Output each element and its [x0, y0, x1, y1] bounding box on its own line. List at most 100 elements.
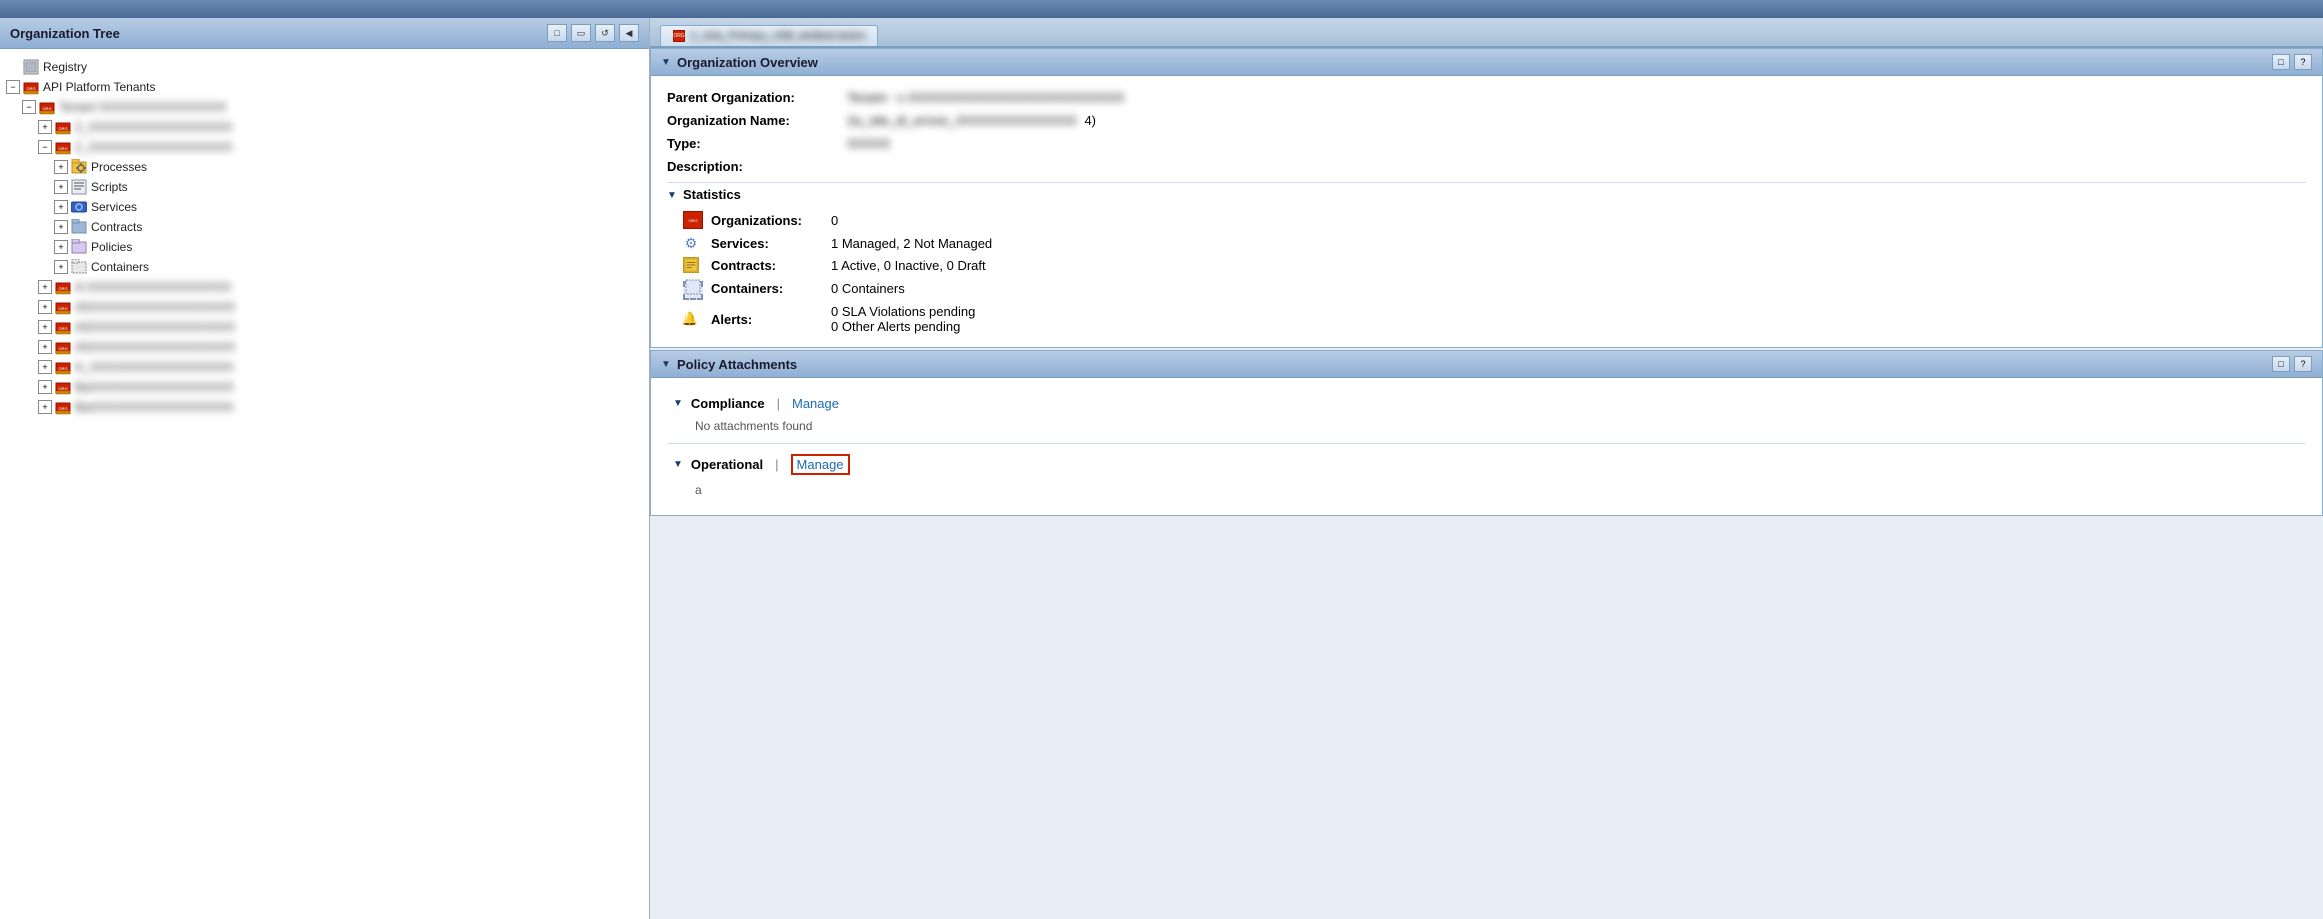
svg-text:ORG: ORG [58, 306, 67, 311]
tree-item-as1[interactable]: + ORG ASXXXXXXXXXXXXXXXXXX [38, 297, 643, 317]
compliance-empty-msg: No attachments found [667, 415, 2306, 437]
policy-minimize-btn[interactable]: □ [2272, 356, 2290, 372]
org-overview-section: ▼ Organization Overview □ ? Parent Organ… [650, 48, 2323, 348]
overview-row-type: Type: XXXXX [667, 132, 2306, 155]
expand-containers[interactable]: + [54, 260, 68, 274]
overview-row-desc: Description: [667, 155, 2306, 178]
tree-item-tenant[interactable]: − ORG Tenant XXXXXXXXXXXXXXXX [22, 97, 643, 117]
tree-item-ba1[interactable]: + ORG BaXXXXXXXXXXXXXXXXXX [38, 377, 643, 397]
operational-title: Operational [691, 457, 763, 472]
org-tab[interactable]: ORG 2_viria_Primary_nSB_testtest.testro [660, 25, 878, 46]
expand-ba1[interactable]: + [38, 380, 52, 394]
tree-item-api-platform[interactable]: − ORG API Platform Tenants [6, 77, 643, 97]
stats-header-row: ▼ Statistics [667, 182, 2306, 208]
overview-table: Parent Organization: Tenant - s XXXXXXXX… [667, 86, 2306, 178]
expand-2b[interactable]: − [38, 140, 52, 154]
tree-item-ba2[interactable]: + ORG BaXXXXXXXXXXXXXXXXXX [38, 397, 643, 417]
tree-label-policies: Policies [91, 240, 132, 254]
org-icon-tenant: ORG [39, 99, 55, 115]
tree-item-services[interactable]: + Services [54, 197, 643, 217]
section-header-left: ▼ Organization Overview [661, 55, 818, 70]
processes-icon [71, 159, 87, 175]
operational-manage-link[interactable]: Manage [791, 454, 850, 475]
stats-row-services: ⚙ Services: 1 Managed, 2 Not Managed [667, 232, 2306, 254]
minimize-button[interactable]: □ [547, 24, 567, 42]
expand-as1[interactable]: + [38, 300, 52, 314]
expand-processes[interactable]: + [54, 160, 68, 174]
expand-scripts[interactable]: + [54, 180, 68, 194]
registry-icon [23, 59, 39, 75]
tree-item-as2[interactable]: + ORG ASXXXXXXXXXXXXXXXXXX [38, 317, 643, 337]
tree-item-2b[interactable]: − ORG 2_XXXXXXXXXXXXXXXXXX [38, 137, 643, 157]
tree-label-a1: A-XXXXXXXXXXXXXXXXXX [75, 280, 231, 294]
left-header-icons: □ ▭ ↺ ◀ [547, 24, 639, 42]
expand-ba2[interactable]: + [38, 400, 52, 414]
section-toggle-overview[interactable]: ▼ [661, 57, 671, 67]
statistics-section: ▼ Statistics Organizations: [667, 182, 2306, 337]
tree-container: Registry − ORG API Platform Tenants − [0, 49, 649, 919]
svg-text:ORG: ORG [58, 366, 67, 371]
expand-a2[interactable]: + [38, 360, 52, 374]
contracts-icon [71, 219, 87, 235]
operational-separator: | [775, 457, 778, 472]
left-panel-title: Organization Tree [10, 26, 120, 41]
tree-item-registry[interactable]: Registry [6, 57, 643, 77]
overview-help-btn[interactable]: ? [2294, 54, 2312, 70]
alerts-value1: 0 SLA Violations pending [831, 304, 2302, 319]
expand-2a[interactable]: + [38, 120, 52, 134]
desc-value [847, 155, 2306, 178]
maximize-button[interactable]: ▭ [571, 24, 591, 42]
expand-policies[interactable]: + [54, 240, 68, 254]
tree-item-policies[interactable]: + Policies [54, 237, 643, 257]
expand-services[interactable]: + [54, 200, 68, 214]
expand-contracts[interactable]: + [54, 220, 68, 234]
tree-item-scripts[interactable]: + Scripts [54, 177, 643, 197]
containers-stat-icon [683, 281, 703, 300]
tree-item-as3[interactable]: + ORG ASXXXXXXXXXXXXXXXXXX [38, 337, 643, 357]
operational-toggle[interactable]: ▼ [673, 459, 683, 470]
stats-icon-alerts-cell: 🔔 [667, 301, 707, 337]
expand-api-platform[interactable]: − [6, 80, 20, 94]
expand-a1[interactable]: + [38, 280, 52, 294]
stats-icon-orgs-cell [667, 208, 707, 232]
tree-item-a1[interactable]: + ORG A-XXXXXXXXXXXXXXXXXX [38, 277, 643, 297]
expand-as2[interactable]: + [38, 320, 52, 334]
compliance-subsection: ▼ Compliance | Manage No attachments fou… [667, 388, 2306, 441]
policy-attachments-header: ▼ Policy Attachments □ ? [651, 351, 2322, 378]
compliance-separator: | [777, 396, 780, 411]
tree-item-a2[interactable]: + ORG A_XXXXXXXXXXXXXXXXXX [38, 357, 643, 377]
parent-org-value: Tenant - s XXXXXXXXXXXXXXXXXXXXXXXXX [847, 86, 2306, 109]
compliance-toggle[interactable]: ▼ [673, 398, 683, 409]
compliance-manage-link[interactable]: Manage [792, 396, 839, 411]
policies-icon [71, 239, 87, 255]
collapse-button[interactable]: ◀ [619, 24, 639, 42]
org-stat-icon [683, 211, 703, 229]
tree-item-contracts[interactable]: + Contracts [54, 217, 643, 237]
stats-icon-services-cell: ⚙ [667, 232, 707, 254]
tree-item-containers[interactable]: + Containers [54, 257, 643, 277]
expand-as3[interactable]: + [38, 340, 52, 354]
overview-row-parent: Parent Organization: Tenant - s XXXXXXXX… [667, 86, 2306, 109]
policy-divider [667, 443, 2306, 444]
stats-icon-contracts-cell [667, 254, 707, 276]
svg-text:ORG: ORG [58, 326, 67, 331]
policy-toggle[interactable]: ▼ [661, 359, 671, 369]
policy-title: Policy Attachments [677, 357, 797, 372]
org-name-label: Organization Name: [667, 109, 847, 132]
tree-item-processes[interactable]: + Processes [54, 157, 643, 177]
right-panel: ORG 2_viria_Primary_nSB_testtest.testro … [650, 18, 2323, 919]
svg-text:ORG: ORG [58, 346, 67, 351]
org-overview-title: Organization Overview [677, 55, 818, 70]
stats-label-contracts: Contracts: [707, 254, 827, 276]
org-icon-a1: ORG [55, 279, 71, 295]
policy-help-btn[interactable]: ? [2294, 356, 2312, 372]
overview-minimize-btn[interactable]: □ [2272, 54, 2290, 70]
refresh-button[interactable]: ↺ [595, 24, 615, 42]
stats-label-containers: Containers: [707, 276, 827, 301]
tree-item-2a[interactable]: + ORG 2_XXXXXXXXXXXXXXXXXX [38, 117, 643, 137]
stats-value-orgs: 0 [827, 208, 2306, 232]
tree-label-scripts: Scripts [91, 180, 128, 194]
right-tab-bar: ORG 2_viria_Primary_nSB_testtest.testro [650, 18, 2323, 48]
stats-toggle[interactable]: ▼ [667, 190, 677, 200]
expand-tenant[interactable]: − [22, 100, 36, 114]
